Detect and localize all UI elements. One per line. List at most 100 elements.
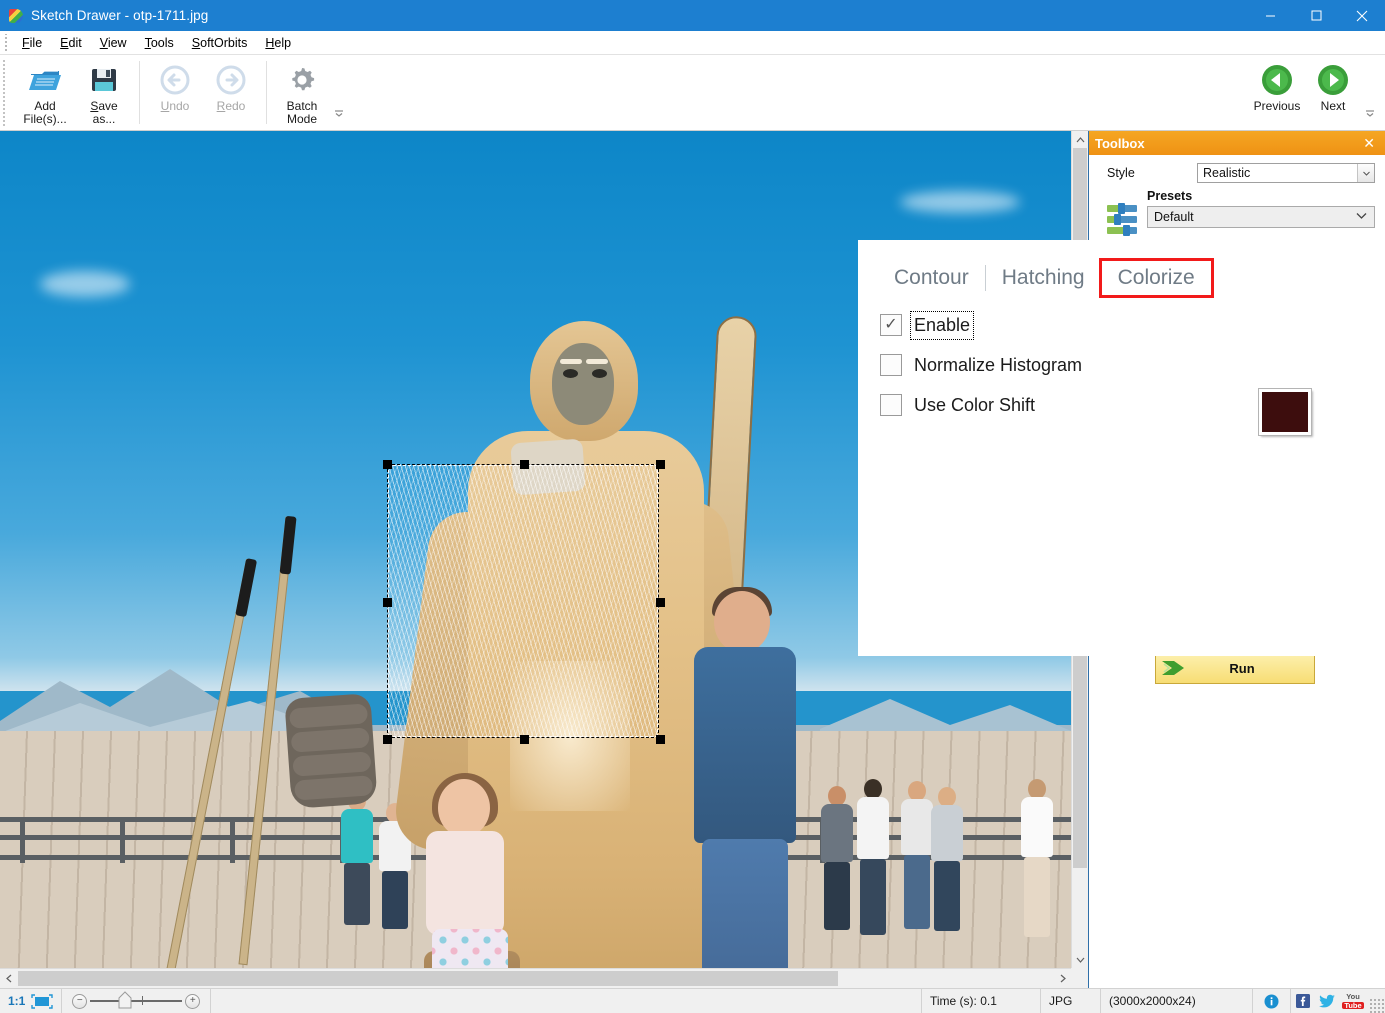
previous-arrow-icon bbox=[1261, 63, 1293, 97]
chevron-down-icon[interactable] bbox=[1357, 164, 1374, 182]
redo-icon bbox=[215, 63, 247, 97]
selection-handle-sw[interactable] bbox=[383, 735, 392, 744]
menu-item-softorbits[interactable]: SoftOrbits bbox=[183, 34, 257, 52]
add-files-button[interactable]: Add File(s)... bbox=[14, 59, 76, 127]
selection-marquee[interactable] bbox=[387, 464, 659, 738]
scroll-down-button[interactable] bbox=[1072, 951, 1088, 968]
style-label: Style bbox=[1107, 166, 1197, 180]
tab-hatching[interactable]: Hatching bbox=[988, 261, 1099, 295]
undo-button[interactable]: Undo bbox=[147, 59, 203, 125]
chevron-down-icon[interactable] bbox=[1356, 211, 1367, 222]
facebook-icon[interactable] bbox=[1291, 989, 1315, 1013]
resize-grip-icon[interactable] bbox=[1369, 998, 1385, 1013]
scroll-right-button[interactable] bbox=[1054, 969, 1071, 988]
application-window: Sketch Drawer - otp-1711.jpg File Edit V… bbox=[0, 0, 1385, 1013]
batch-mode-label-1: Batch bbox=[287, 100, 318, 113]
horizontal-scrollbar[interactable] bbox=[0, 968, 1071, 988]
info-icon[interactable] bbox=[1261, 989, 1282, 1013]
normalize-histogram-label: Normalize Histogram bbox=[914, 355, 1082, 376]
selection-handle-e[interactable] bbox=[656, 598, 665, 607]
color-swatch-button[interactable] bbox=[1259, 389, 1311, 435]
sliders-icon bbox=[1107, 203, 1141, 239]
title-bar: Sketch Drawer - otp-1711.jpg bbox=[0, 0, 1385, 31]
zoom-slider[interactable]: − + bbox=[62, 989, 211, 1013]
maximize-button[interactable] bbox=[1293, 0, 1339, 31]
man-person bbox=[676, 591, 812, 968]
minimize-button[interactable] bbox=[1247, 0, 1293, 31]
selection-handle-nw[interactable] bbox=[383, 460, 392, 469]
horizontal-scroll-thumb[interactable] bbox=[18, 971, 838, 986]
toolbar-grip-icon bbox=[2, 59, 11, 126]
zoom-ratio-label: 1:1 bbox=[8, 994, 25, 1008]
selection-handle-se[interactable] bbox=[656, 735, 665, 744]
batch-mode-label-2: Mode bbox=[287, 113, 317, 126]
next-label: Next bbox=[1321, 100, 1346, 113]
scroll-left-button[interactable] bbox=[0, 969, 17, 988]
save-as-button[interactable]: Save as... bbox=[76, 59, 132, 127]
selection-handle-w[interactable] bbox=[383, 598, 392, 607]
zoom-slider-track[interactable] bbox=[90, 1000, 182, 1002]
menu-bar: File Edit View Tools SoftOrbits Help bbox=[0, 31, 1385, 55]
twitter-icon[interactable] bbox=[1315, 989, 1339, 1013]
previous-label: Previous bbox=[1254, 100, 1301, 113]
normalize-histogram-checkbox[interactable] bbox=[880, 354, 902, 376]
run-button[interactable]: Run bbox=[1155, 652, 1315, 684]
info-cell[interactable] bbox=[1253, 989, 1291, 1013]
add-files-label-1: Add bbox=[34, 100, 55, 113]
selection-handle-ne[interactable] bbox=[656, 460, 665, 469]
undo-icon bbox=[159, 63, 191, 97]
selection-handle-n[interactable] bbox=[520, 460, 529, 469]
checkmark-icon: ✓ bbox=[884, 317, 897, 333]
window-title: Sketch Drawer - otp-1711.jpg bbox=[31, 8, 208, 23]
previous-button[interactable]: Previous bbox=[1249, 59, 1305, 125]
fit-to-screen-cell[interactable] bbox=[29, 989, 62, 1013]
youtube-icon[interactable]: You Tube bbox=[1339, 989, 1367, 1013]
app-palette-icon bbox=[8, 8, 24, 24]
presets-label: Presets bbox=[1147, 189, 1375, 203]
toolbar-separator-2 bbox=[266, 61, 267, 124]
zoom-in-button[interactable]: + bbox=[185, 994, 200, 1009]
use-color-shift-checkbox[interactable] bbox=[880, 394, 902, 416]
presets-dropdown[interactable]: Default bbox=[1147, 206, 1375, 228]
next-button[interactable]: Next bbox=[1305, 59, 1361, 125]
menu-item-edit[interactable]: Edit bbox=[51, 34, 91, 52]
toolbox-title: Toolbox bbox=[1095, 136, 1145, 151]
toolbar-group-batch: Batch Mode bbox=[272, 55, 354, 130]
enable-checkbox[interactable]: ✓ bbox=[880, 314, 902, 336]
toolbox-close-icon[interactable]: ✕ bbox=[1359, 136, 1379, 150]
scroll-up-button[interactable] bbox=[1072, 131, 1088, 148]
format-label: JPG bbox=[1049, 994, 1072, 1008]
fit-to-screen-icon[interactable] bbox=[31, 994, 53, 1009]
toolbar-nav-collapse-icon[interactable] bbox=[1363, 108, 1377, 122]
menu-item-file-label-rest: ile bbox=[30, 36, 43, 50]
tab-divider bbox=[985, 265, 986, 291]
menu-item-help[interactable]: Help bbox=[256, 34, 300, 52]
toolbox-header: Toolbox ✕ bbox=[1089, 131, 1385, 155]
style-value: Realistic bbox=[1203, 166, 1250, 180]
toolbar-collapse-icon[interactable] bbox=[332, 108, 346, 122]
menu-item-view[interactable]: View bbox=[91, 34, 136, 52]
redo-button[interactable]: Redo bbox=[203, 59, 259, 125]
zoom-out-button[interactable]: − bbox=[72, 994, 87, 1009]
dimensions-label: (3000x2000x24) bbox=[1109, 994, 1196, 1008]
tab-colorize[interactable]: Colorize bbox=[1099, 258, 1214, 298]
run-arrow-icon bbox=[1156, 656, 1194, 680]
tab-contour[interactable]: Contour bbox=[880, 261, 983, 295]
toolbar-separator-1 bbox=[139, 61, 140, 124]
menu-item-file[interactable]: File bbox=[13, 34, 51, 52]
style-row: Style Realistic bbox=[1089, 155, 1385, 183]
selection-handle-s[interactable] bbox=[520, 735, 529, 744]
normalize-histogram-option-row: Normalize Histogram bbox=[858, 348, 1371, 382]
close-button[interactable] bbox=[1339, 0, 1385, 31]
zoom-slider-thumb[interactable] bbox=[118, 991, 132, 1009]
toolbar-group-history: Undo Redo bbox=[145, 55, 261, 130]
youtube-top-text: You bbox=[1342, 993, 1363, 1001]
enable-label: Enable bbox=[914, 315, 970, 336]
menu-grip-icon bbox=[2, 34, 11, 52]
format-cell: JPG bbox=[1041, 989, 1101, 1013]
toolbar-group-file: Add File(s)... Save as... bbox=[12, 55, 134, 130]
menu-item-tools[interactable]: Tools bbox=[136, 34, 183, 52]
style-dropdown[interactable]: Realistic bbox=[1197, 163, 1375, 183]
batch-mode-button[interactable]: Batch Mode bbox=[274, 59, 330, 127]
window-controls bbox=[1247, 0, 1385, 31]
